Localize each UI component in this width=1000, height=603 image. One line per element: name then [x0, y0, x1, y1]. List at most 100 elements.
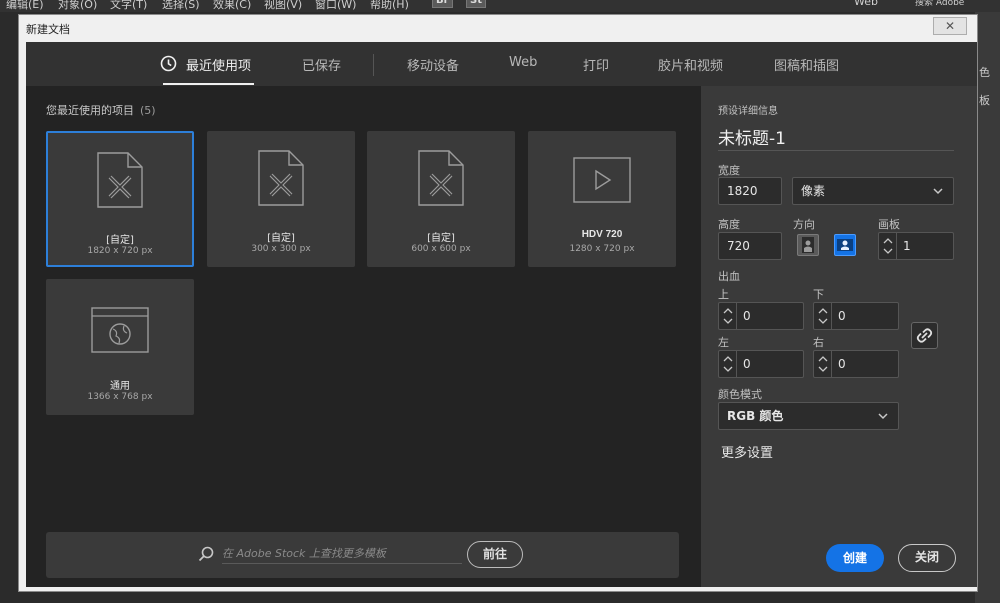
color-mode-label: 颜色模式: [718, 388, 762, 401]
panel-tab-board[interactable]: 板: [979, 92, 990, 108]
menu-effect[interactable]: 效果(C): [213, 0, 251, 12]
adobe-stock-bar: 前往: [46, 532, 679, 578]
menu-object[interactable]: 对象(O): [58, 0, 97, 12]
tab-divider: [373, 54, 374, 76]
tab-film-video[interactable]: 胶片和视频: [658, 55, 723, 74]
recent-item-size: 600 x 600 px: [411, 244, 471, 254]
recent-item-custom-300[interactable]: [自定] 300 x 300 px: [207, 131, 355, 267]
recent-item-size: 1280 x 720 px: [569, 244, 635, 254]
create-button[interactable]: 创建: [826, 544, 884, 572]
custom-document-icon: [418, 150, 464, 206]
bleed-left-value: 0: [743, 357, 751, 371]
bleed-bottom-label: 下: [813, 288, 824, 301]
bleed-left-stepper[interactable]: 0: [718, 350, 804, 378]
menu-window[interactable]: 窗口(W): [315, 0, 356, 12]
title-underline: [718, 150, 954, 151]
stepper-arrows[interactable]: [879, 233, 897, 259]
recent-item-name: 通用: [110, 381, 130, 392]
bleed-top-value: 0: [743, 309, 751, 323]
bleed-top-label: 上: [718, 288, 729, 301]
bleed-right-label: 右: [813, 336, 824, 349]
dialog-content: 最近使用项 已保存 移动设备 Web 打印 胶片和视频 图稿和插图 您最近使用的…: [26, 42, 977, 587]
app-menubar: 编辑(E) 对象(O) 文字(T) 选择(S) 效果(C) 视图(V) 窗口(W…: [0, 0, 1000, 12]
up-down-arrows-icon: [883, 238, 893, 254]
recent-item-size: 1820 x 720 px: [87, 246, 153, 256]
menu-edit[interactable]: 编辑(E): [6, 0, 44, 12]
stepper-arrows[interactable]: [719, 303, 737, 329]
recent-item-custom-1820[interactable]: [自定] 1820 x 720 px: [46, 131, 194, 267]
recent-item-custom-600[interactable]: [自定] 600 x 600 px: [367, 131, 515, 267]
landscape-icon: [837, 239, 853, 251]
dialog-title: 新建文档: [26, 23, 70, 36]
workspace-switcher[interactable]: Web: [854, 0, 878, 8]
tab-print[interactable]: 打印: [583, 55, 609, 74]
bleed-bottom-stepper[interactable]: 0: [813, 302, 899, 330]
up-down-arrows-icon: [723, 356, 733, 372]
search-adobe[interactable]: 搜索 Adobe: [915, 0, 964, 8]
height-label: 高度: [718, 218, 740, 231]
unit-select[interactable]: 像素: [792, 177, 954, 205]
menu-view[interactable]: 视图(V): [264, 0, 302, 12]
bleed-right-stepper[interactable]: 0: [813, 350, 899, 378]
recent-item-hdv720[interactable]: HDV 720 1280 x 720 px: [528, 131, 676, 267]
stock-search-input[interactable]: [222, 544, 462, 564]
chevron-down-icon: [933, 188, 943, 195]
bleed-bottom-value: 0: [838, 309, 846, 323]
bleed-right-value: 0: [838, 357, 846, 371]
clock-icon: [160, 55, 177, 72]
document-name-field[interactable]: 未标题-1: [718, 124, 786, 149]
menu-select[interactable]: 选择(S): [162, 0, 200, 12]
artboards-value: 1: [903, 239, 911, 253]
menu-type[interactable]: 文字(T): [110, 0, 147, 12]
up-down-arrows-icon: [723, 308, 733, 324]
artboards-stepper[interactable]: 1: [878, 232, 954, 260]
bleed-left-label: 左: [718, 336, 729, 349]
search-icon: [198, 546, 214, 562]
bridge-badge[interactable]: Br: [432, 0, 453, 8]
stepper-arrows[interactable]: [814, 351, 832, 377]
height-input[interactable]: 720: [718, 232, 782, 260]
close-button[interactable]: 关闭: [898, 544, 956, 572]
panel-tab-color[interactable]: 色: [979, 64, 990, 80]
recent-item-name: [自定]: [267, 233, 295, 244]
menu-help[interactable]: 帮助(H): [370, 0, 409, 12]
stepper-arrows[interactable]: [814, 303, 832, 329]
preset-details-panel: 预设详细信息 未标题-1 宽度 1820 像素 高度 720 方向 画板 1 出…: [701, 86, 977, 587]
custom-document-icon: [258, 150, 304, 206]
tab-saved[interactable]: 已保存: [302, 55, 341, 74]
bleed-label: 出血: [718, 270, 740, 283]
dialog-titlebar: 新建文档 ✕: [19, 15, 977, 41]
stock-badge[interactable]: St: [466, 0, 486, 8]
artboards-label: 画板: [878, 218, 900, 231]
width-input[interactable]: 1820: [718, 177, 782, 205]
bleed-top-stepper[interactable]: 0: [718, 302, 804, 330]
tab-mobile[interactable]: 移动设备: [407, 55, 459, 74]
recent-item-general[interactable]: 通用 1366 x 768 px: [46, 279, 194, 415]
chevron-down-icon: [878, 413, 888, 420]
landscape-orientation-button[interactable]: [834, 234, 856, 256]
up-down-arrows-icon: [818, 308, 828, 324]
stepper-arrows[interactable]: [719, 351, 737, 377]
dialog-close-button[interactable]: ✕: [933, 17, 967, 35]
recent-item-size: 300 x 300 px: [251, 244, 311, 254]
tab-art-illustration[interactable]: 图稿和插图: [774, 55, 839, 74]
color-mode-select[interactable]: RGB 颜色: [718, 402, 899, 430]
portrait-icon: [802, 237, 814, 253]
preset-details-label: 预设详细信息: [718, 106, 778, 117]
category-tabs: 最近使用项 已保存 移动设备 Web 打印 胶片和视频 图稿和插图: [26, 42, 977, 86]
more-settings-link[interactable]: 更多设置: [721, 442, 773, 461]
recent-item-name: [自定]: [106, 235, 134, 246]
unit-value: 像素: [801, 184, 826, 198]
recent-item-name: HDV 720: [581, 229, 623, 240]
recent-item-name: [自定]: [427, 233, 455, 244]
tab-web[interactable]: Web: [509, 55, 537, 70]
video-icon: [573, 157, 631, 203]
recent-heading-text: 您最近使用的项目: [46, 104, 134, 117]
portrait-orientation-button[interactable]: [797, 234, 819, 256]
link-bleed-button[interactable]: [911, 322, 938, 349]
tab-recent[interactable]: 最近使用项: [186, 55, 251, 74]
go-button[interactable]: 前往: [467, 541, 523, 568]
custom-document-icon: [97, 152, 143, 208]
recent-item-size: 1366 x 768 px: [87, 392, 153, 402]
recent-documents-panel: 您最近使用的项目 (5) [自定] 1820 x 720 px [自定] 300…: [26, 86, 701, 587]
